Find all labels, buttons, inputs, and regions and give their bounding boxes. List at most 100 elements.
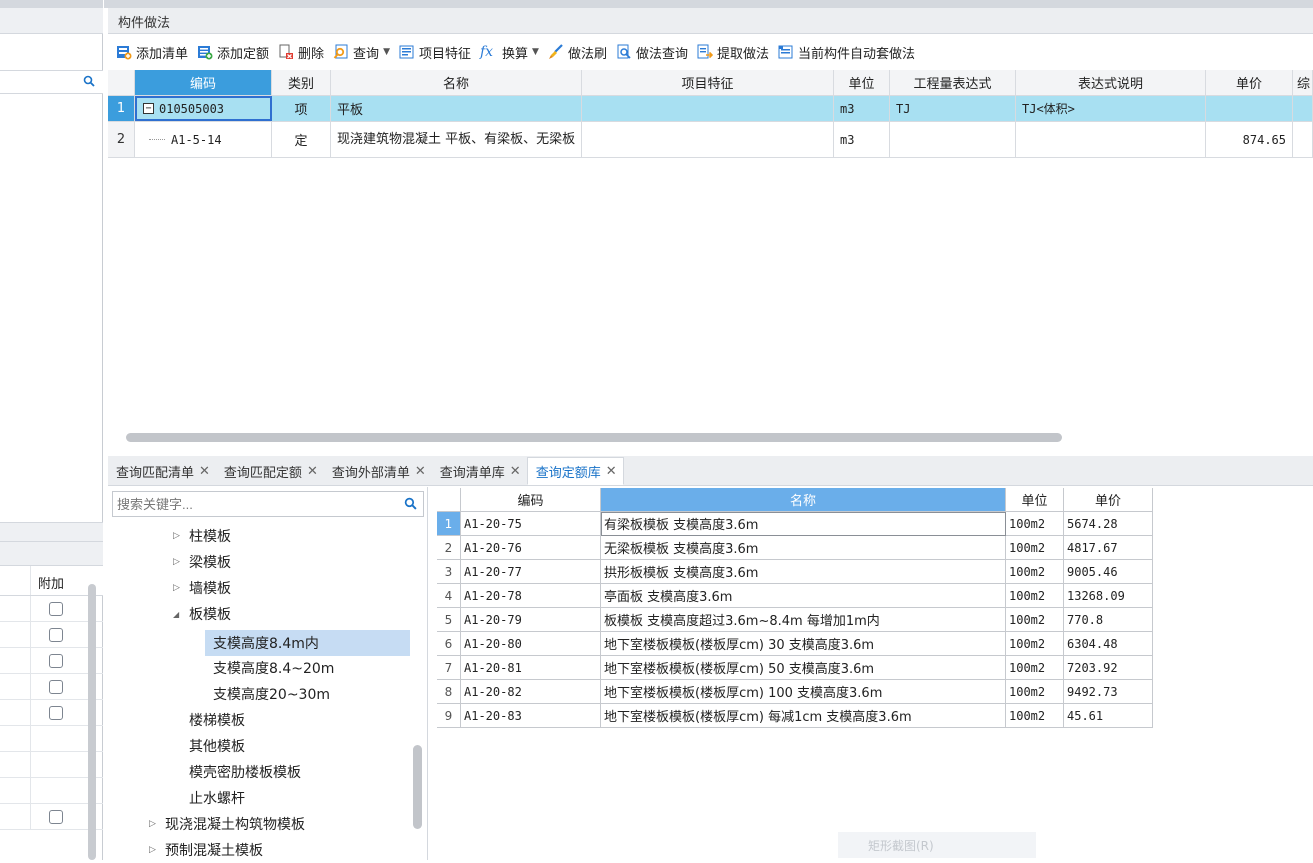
close-icon[interactable]: ✕ (415, 464, 426, 479)
code-cell[interactable]: A1-5-14 (135, 122, 272, 157)
expr-cell[interactable] (890, 122, 1016, 157)
expand-icon[interactable]: ▷ (173, 583, 181, 593)
method-row[interactable]: 2 A1-5-14 定 现浇建筑物混凝土 平板、有梁板、无梁板 m3 874.6… (108, 122, 1313, 158)
unit-cell[interactable]: m3 (834, 122, 890, 157)
chevron-down-icon[interactable]: ▼ (532, 47, 539, 57)
code-cell[interactable]: A1-20-80 (461, 632, 601, 656)
col-price-header[interactable]: 单价 (1064, 488, 1153, 512)
tree-node[interactable]: 止水螺杆 (189, 785, 245, 811)
tree-node[interactable]: ◢ 板模板 (173, 601, 231, 627)
price-cell[interactable]: 6304.48 (1064, 632, 1153, 656)
code-cell[interactable]: A1-20-82 (461, 680, 601, 704)
code-cell[interactable]: A1-20-78 (461, 584, 601, 608)
tree-node[interactable]: ▷ 梁模板 (173, 549, 231, 575)
extract-button[interactable]: 提取做法 (697, 43, 769, 62)
col-code-header[interactable]: 编码 (135, 70, 272, 95)
tree-node[interactable]: 支模高度20~30m (213, 681, 330, 707)
close-icon[interactable]: ✕ (510, 464, 521, 479)
convert-button[interactable]: fx 换算 ▼ (480, 43, 539, 62)
extra-checkbox[interactable] (49, 654, 63, 668)
close-icon[interactable]: ✕ (606, 464, 617, 479)
tree-node[interactable]: 其他模板 (189, 733, 245, 759)
quota-row[interactable]: 7 A1-20-81 地下室楼板模板(楼板厚cm) 50 支模高度3.6m 100m2… (437, 656, 1153, 680)
chevron-down-icon[interactable]: ▼ (383, 47, 390, 57)
tree-node-selected[interactable]: 支模高度8.4m内 (205, 630, 410, 656)
tree-node[interactable]: 楼梯模板 (189, 707, 245, 733)
name-cell[interactable]: 拱形板模板 支模高度3.6m (601, 560, 1006, 584)
delete-button[interactable]: 删除 (278, 43, 324, 62)
code-cell[interactable]: A1-20-83 (461, 704, 601, 728)
tree-node[interactable]: ▷ 预制混凝土模板 (149, 837, 263, 863)
extra-checkbox[interactable] (49, 680, 63, 694)
code-cell[interactable]: A1-20-76 (461, 536, 601, 560)
unit-cell[interactable]: 100m2 (1006, 632, 1064, 656)
code-cell[interactable]: A1-20-77 (461, 560, 601, 584)
quota-row[interactable]: 4 A1-20-78 亭面板 支模高度3.6m 100m2 13268.09 (437, 584, 1153, 608)
tree-scrollbar[interactable] (413, 745, 422, 829)
query-button[interactable]: 查询 ▼ (333, 43, 390, 62)
type-cell[interactable]: 定 (272, 122, 331, 157)
name-cell[interactable]: 现浇建筑物混凝土 平板、有梁板、无梁板 (331, 122, 582, 157)
col-unit-header[interactable]: 单位 (1006, 488, 1064, 512)
name-cell[interactable]: 地下室楼板模板(楼板厚cm) 30 支模高度3.6m (601, 632, 1006, 656)
tree-search-input[interactable] (113, 492, 393, 516)
tab-list-library[interactable]: 查询清单库 ✕ (432, 457, 527, 485)
feature-cell[interactable] (582, 96, 834, 121)
price-cell[interactable]: 13268.09 (1064, 584, 1153, 608)
name-cell[interactable]: 平板 (331, 96, 582, 121)
method-grid-hscroll[interactable] (126, 433, 1062, 442)
col-feature-header[interactable]: 项目特征 (582, 70, 834, 95)
name-cell[interactable]: 地下室楼板模板(楼板厚cm) 每减1cm 支模高度3.6m (601, 704, 1006, 728)
unit-cell[interactable]: m3 (834, 96, 890, 121)
quota-row[interactable]: 3 A1-20-77 拱形板模板 支模高度3.6m 100m2 9005.46 (437, 560, 1153, 584)
collapse-arrow-icon[interactable]: ◢ (173, 610, 181, 619)
quota-row[interactable]: 5 A1-20-79 板模板 支模高度超过3.6m~8.4m 每增加1m内 100m2… (437, 608, 1153, 632)
col-expr-desc-header[interactable]: 表达式说明 (1016, 70, 1206, 95)
brush-button[interactable]: 做法刷 (548, 43, 607, 62)
col-code-header[interactable]: 编码 (461, 488, 601, 512)
unit-cell[interactable]: 100m2 (1006, 680, 1064, 704)
col-price-header[interactable]: 单价 (1206, 70, 1293, 95)
expand-icon[interactable]: ▷ (173, 531, 181, 541)
left-scrollbar[interactable] (88, 584, 96, 860)
extra-checkbox[interactable] (49, 810, 63, 824)
price-cell[interactable]: 770.8 (1064, 608, 1153, 632)
unit-cell[interactable]: 100m2 (1006, 704, 1064, 728)
unit-cell[interactable]: 100m2 (1006, 560, 1064, 584)
name-cell[interactable]: 亭面板 支模高度3.6m (601, 584, 1006, 608)
expr-desc-cell[interactable]: TJ<体积> (1016, 96, 1206, 121)
price-cell[interactable]: 9005.46 (1064, 560, 1153, 584)
tree-node[interactable]: ▷ 墙模板 (173, 575, 231, 601)
quota-row[interactable]: 9 A1-20-83 地下室楼板模板(楼板厚cm) 每减1cm 支模高度3.6m 10… (437, 704, 1153, 728)
name-cell[interactable]: 板模板 支模高度超过3.6m~8.4m 每增加1m内 (601, 608, 1006, 632)
quota-row[interactable]: 1 A1-20-75 有梁板模板 支模高度3.6m 100m2 5674.28 (437, 512, 1153, 536)
screenshot-rect-button[interactable]: 矩形截图(R) (838, 832, 1036, 858)
col-composite-header[interactable]: 综 (1293, 70, 1313, 95)
search-icon[interactable] (83, 75, 95, 91)
col-expr-header[interactable]: 工程量表达式 (890, 70, 1016, 95)
method-row[interactable]: 1 −010505003 项 平板 m3 TJ TJ<体积> (108, 96, 1313, 122)
extra-checkbox[interactable] (49, 706, 63, 720)
price-cell[interactable]: 9492.73 (1064, 680, 1153, 704)
unit-cell[interactable]: 100m2 (1006, 608, 1064, 632)
expr-cell[interactable]: TJ (890, 96, 1016, 121)
tree-node[interactable]: 支模高度8.4~20m (213, 655, 334, 681)
price-cell[interactable] (1206, 96, 1293, 121)
extra-checkbox[interactable] (49, 602, 63, 616)
col-name-header[interactable]: 名称 (601, 488, 1006, 512)
name-cell[interactable]: 地下室楼板模板(楼板厚cm) 100 支模高度3.6m (601, 680, 1006, 704)
price-cell[interactable]: 7203.92 (1064, 656, 1153, 680)
code-cell[interactable]: A1-20-79 (461, 608, 601, 632)
tree-node[interactable]: ▷ 现浇混凝土构筑物模板 (149, 811, 305, 837)
price-cell[interactable]: 4817.67 (1064, 536, 1153, 560)
col-type-header[interactable]: 类别 (272, 70, 331, 95)
unit-cell[interactable]: 100m2 (1006, 512, 1064, 536)
tree-node[interactable]: 模壳密肋楼板模板 (189, 759, 301, 785)
tab-match-quota[interactable]: 查询匹配定额 ✕ (216, 457, 324, 485)
col-unit-header[interactable]: 单位 (834, 70, 890, 95)
auto-apply-button[interactable]: 当前构件自动套做法 (778, 43, 915, 62)
tree-node[interactable]: ▷ 柱模板 (173, 523, 231, 549)
collapse-icon[interactable]: − (143, 103, 154, 114)
expand-icon[interactable]: ▷ (149, 819, 157, 829)
close-icon[interactable]: ✕ (199, 464, 210, 479)
